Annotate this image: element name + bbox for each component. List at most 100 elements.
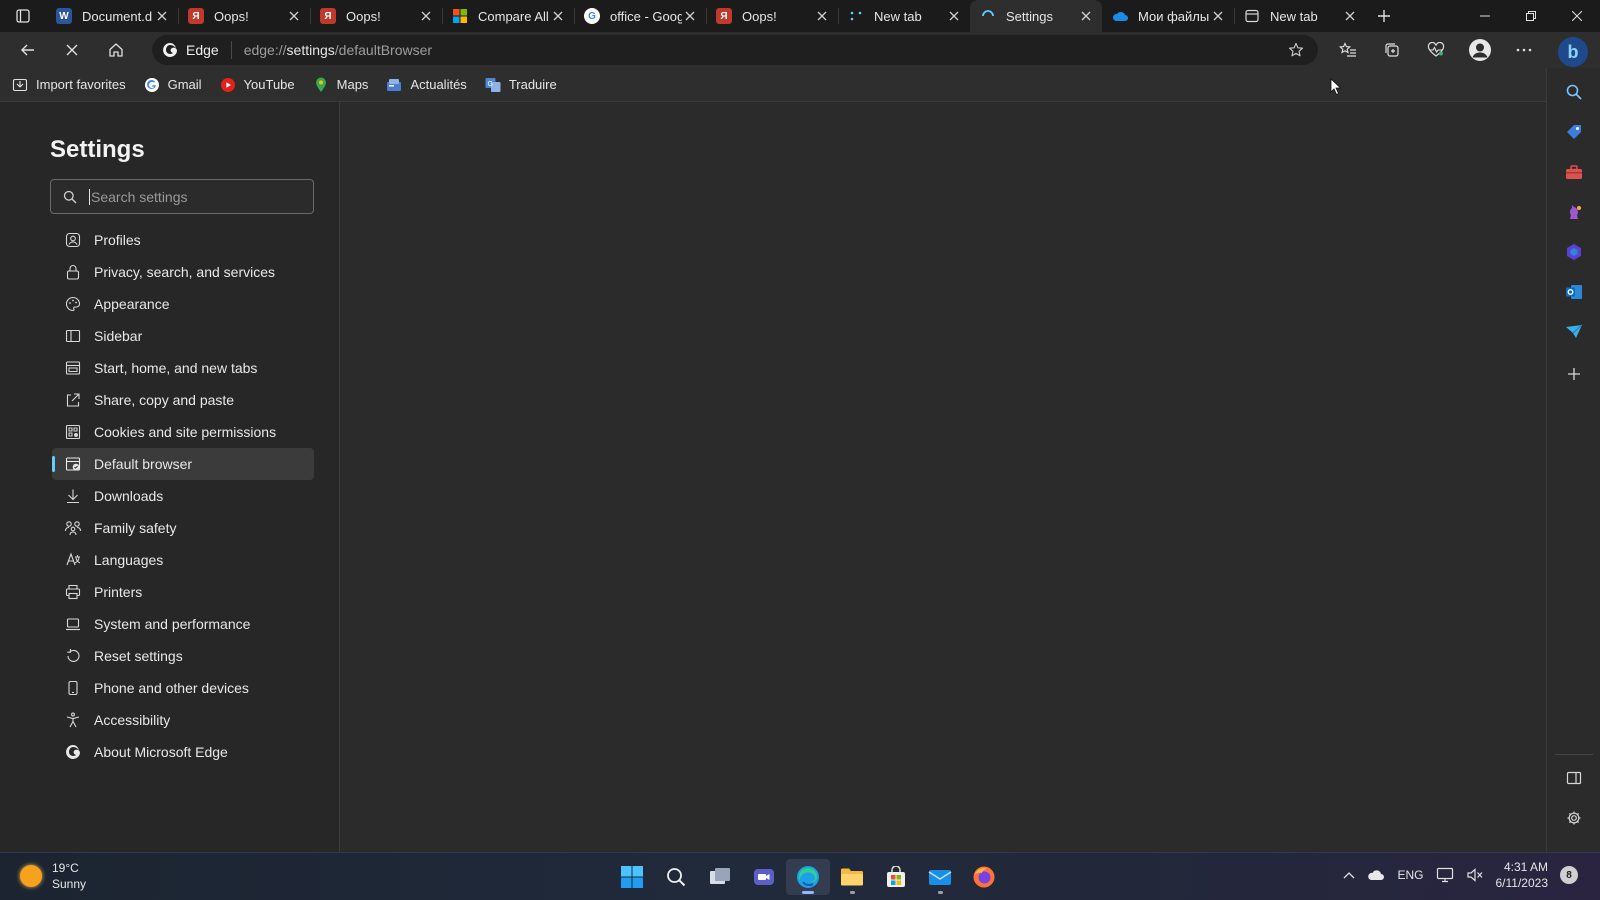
close-tab-button[interactable] bbox=[946, 8, 962, 24]
nav-item-default-browser[interactable]: Default browser bbox=[52, 448, 314, 480]
favorite-traduire[interactable]: G Traduire bbox=[485, 77, 557, 93]
sidebar-shopping-button[interactable] bbox=[1562, 120, 1586, 144]
file-explorer-button[interactable] bbox=[830, 859, 874, 895]
search-icon bbox=[667, 868, 686, 887]
start-button[interactable] bbox=[610, 859, 654, 895]
browser-essentials-button[interactable] bbox=[1414, 34, 1458, 66]
sidebar-search-button[interactable] bbox=[1562, 80, 1586, 104]
close-tab-button[interactable] bbox=[418, 8, 434, 24]
tab-actions-button[interactable] bbox=[0, 0, 46, 32]
nav-item-sidebar[interactable]: Sidebar bbox=[52, 320, 314, 352]
sidebar-drop-button[interactable] bbox=[1562, 320, 1586, 344]
nav-item-about-edge[interactable]: About Microsoft Edge bbox=[52, 736, 314, 768]
nav-item-privacy[interactable]: Privacy, search, and services bbox=[52, 256, 314, 288]
nav-item-appearance[interactable]: Appearance bbox=[52, 288, 314, 320]
sidebar-outlook-button[interactable] bbox=[1562, 280, 1586, 304]
url-text[interactable]: edge://settings/defaultBrowser bbox=[244, 42, 432, 58]
new-tab-button[interactable] bbox=[1366, 0, 1402, 32]
search-settings-input[interactable] bbox=[89, 188, 289, 205]
bing-chat-button[interactable]: b bbox=[1558, 37, 1588, 67]
profile-button[interactable] bbox=[1458, 34, 1502, 66]
volume-button[interactable] bbox=[1466, 867, 1484, 883]
loading-spinner-icon bbox=[980, 8, 996, 24]
favorite-label: Maps bbox=[336, 77, 369, 92]
favorite-youtube[interactable]: YouTube bbox=[220, 77, 295, 93]
sun-icon bbox=[20, 865, 42, 887]
favorite-import[interactable]: Import favorites bbox=[12, 77, 126, 93]
tab[interactable]: New tab bbox=[1234, 0, 1366, 32]
favorite-actualites[interactable]: Actualités bbox=[386, 77, 467, 93]
favorite-maps[interactable]: Maps bbox=[313, 77, 369, 93]
nav-item-phone-devices[interactable]: Phone and other devices bbox=[52, 672, 314, 704]
tab[interactable]: W Document.d bbox=[46, 0, 178, 32]
nav-item-printers[interactable]: Printers bbox=[52, 576, 314, 608]
nav-item-family-safety[interactable]: Family safety bbox=[52, 512, 314, 544]
tab[interactable]: Я Oops! bbox=[178, 0, 310, 32]
tab-active[interactable]: Settings bbox=[970, 0, 1102, 32]
close-tab-button[interactable] bbox=[1342, 8, 1358, 24]
add-favorite-button[interactable] bbox=[1288, 42, 1304, 58]
close-tab-button[interactable] bbox=[1210, 8, 1226, 24]
weather-widget[interactable]: 19°C Sunny bbox=[20, 860, 86, 892]
language-indicator[interactable]: ENG bbox=[1397, 868, 1423, 882]
address-bar[interactable]: Edge edge://settings/defaultBrowser bbox=[152, 35, 1318, 65]
home-button[interactable] bbox=[98, 34, 134, 66]
favorites-button[interactable] bbox=[1326, 34, 1370, 66]
back-button[interactable] bbox=[10, 34, 46, 66]
google-icon bbox=[144, 77, 160, 93]
tab[interactable]: Мои файлы bbox=[1102, 0, 1234, 32]
restore-button[interactable] bbox=[1508, 0, 1554, 32]
close-tab-button[interactable] bbox=[286, 8, 302, 24]
close-window-button[interactable] bbox=[1554, 0, 1600, 32]
show-hidden-icons-button[interactable] bbox=[1343, 871, 1355, 879]
tab[interactable]: Я Oops! bbox=[706, 0, 838, 32]
minimize-button[interactable] bbox=[1462, 0, 1508, 32]
network-button[interactable] bbox=[1436, 867, 1454, 883]
nav-item-share-copy[interactable]: Share, copy and paste bbox=[52, 384, 314, 416]
taskbar-edge-button[interactable] bbox=[786, 859, 830, 895]
close-tab-button[interactable] bbox=[154, 8, 170, 24]
sidebar-office-button[interactable] bbox=[1562, 240, 1586, 264]
teams-chat-button[interactable] bbox=[742, 859, 786, 895]
nav-item-languages[interactable]: Languages bbox=[52, 544, 314, 576]
close-tab-button[interactable] bbox=[682, 8, 698, 24]
taskbar-search-button[interactable] bbox=[654, 859, 698, 895]
nav-item-label: Downloads bbox=[94, 488, 164, 504]
settings-more-button[interactable] bbox=[1502, 34, 1546, 66]
close-tab-button[interactable] bbox=[550, 8, 566, 24]
hide-sidebar-button[interactable] bbox=[1562, 766, 1586, 790]
tab[interactable]: Compare All bbox=[442, 0, 574, 32]
stop-loading-button[interactable] bbox=[54, 34, 90, 66]
tab[interactable]: New tab bbox=[838, 0, 970, 32]
sidebar-add-button[interactable] bbox=[1562, 362, 1586, 386]
customize-sidebar-button[interactable] bbox=[1562, 806, 1586, 830]
close-tab-button[interactable] bbox=[814, 8, 830, 24]
tab[interactable]: Я Oops! bbox=[310, 0, 442, 32]
url-host: settings bbox=[286, 42, 335, 58]
sidebar-games-button[interactable] bbox=[1562, 200, 1586, 224]
notification-badge[interactable]: 8 bbox=[1560, 866, 1578, 884]
nav-item-accessibility[interactable]: Accessibility bbox=[52, 704, 314, 736]
tab-title: Document.d bbox=[82, 8, 153, 24]
tab[interactable]: G office - Goog bbox=[574, 0, 706, 32]
favorite-gmail[interactable]: Gmail bbox=[144, 77, 202, 93]
mail-button[interactable] bbox=[918, 859, 962, 895]
onedrive-tray-button[interactable] bbox=[1367, 869, 1385, 881]
collections-button[interactable] bbox=[1370, 34, 1414, 66]
nav-item-start-home[interactable]: Start, home, and new tabs bbox=[52, 352, 314, 384]
search-settings-box[interactable] bbox=[50, 179, 314, 214]
site-identity[interactable]: Edge bbox=[162, 41, 232, 59]
nav-item-downloads[interactable]: Downloads bbox=[52, 480, 314, 512]
firefox-button[interactable] bbox=[962, 859, 1006, 895]
close-tab-button[interactable] bbox=[1078, 8, 1094, 24]
nav-item-reset[interactable]: Reset settings bbox=[52, 640, 314, 672]
weather-desc: Sunny bbox=[52, 877, 87, 891]
clock-button[interactable]: 4:31 AM 6/11/2023 bbox=[1496, 859, 1549, 891]
task-view-button[interactable] bbox=[698, 859, 742, 895]
cloud-icon bbox=[1368, 870, 1385, 880]
nav-item-system-performance[interactable]: System and performance bbox=[52, 608, 314, 640]
store-button[interactable] bbox=[874, 859, 918, 895]
sidebar-tools-button[interactable] bbox=[1562, 160, 1586, 184]
nav-item-cookies[interactable]: Cookies and site permissions bbox=[52, 416, 314, 448]
nav-item-profiles[interactable]: Profiles bbox=[52, 224, 314, 256]
